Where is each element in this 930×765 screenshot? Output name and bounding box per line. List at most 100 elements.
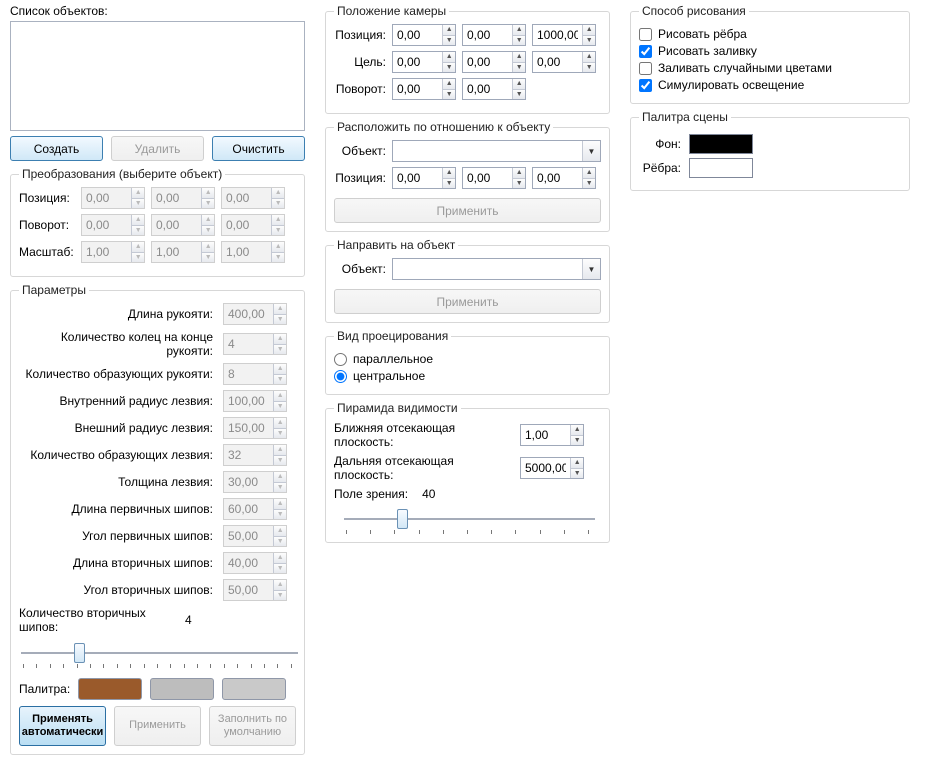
secondary-spike-length-spinner[interactable]: ▲▼ bbox=[223, 552, 287, 574]
fill-defaults-button[interactable]: Заполнить по умолчанию bbox=[209, 706, 296, 746]
background-color-label: Фон: bbox=[639, 137, 681, 151]
handle-length-label: Длина рукояти: bbox=[19, 307, 217, 321]
inner-radius-spinner[interactable]: ▲▼ bbox=[223, 390, 287, 412]
camera-target-x-spinner[interactable]: ▲▼ bbox=[392, 51, 456, 73]
palette-color-3[interactable] bbox=[222, 678, 286, 700]
relative-object-combo[interactable]: ▼ bbox=[392, 140, 601, 162]
rotation-x-spinner[interactable]: ▲▼ bbox=[81, 214, 145, 236]
far-plane-label: Дальняя отсекающая плоскость: bbox=[334, 454, 514, 482]
camera-panel: Положение камеры Позиция: ▲▼ ▲▼ ▲▼ Цель:… bbox=[315, 0, 620, 765]
scene-palette-legend: Палитра сцены bbox=[639, 110, 731, 124]
scale-z-spinner[interactable]: ▲▼ bbox=[221, 241, 285, 263]
primary-spike-angle-spinner[interactable]: ▲▼ bbox=[223, 525, 287, 547]
random-colors-label: Заливать случайными цветами bbox=[658, 61, 832, 75]
camera-pos-label: Позиция: bbox=[334, 28, 386, 42]
simulate-lighting-label: Симулировать освещение bbox=[658, 78, 804, 92]
lookat-apply-button[interactable]: Применить bbox=[334, 289, 601, 314]
auto-apply-button[interactable]: Применять автоматически bbox=[19, 706, 106, 746]
transforms-legend: Преобразования (выберите объект) bbox=[19, 167, 225, 181]
draw-edges-checkbox[interactable] bbox=[639, 28, 652, 41]
camera-target-y-spinner[interactable]: ▲▼ bbox=[462, 51, 526, 73]
inner-radius-label: Внутренний радиус лезвия: bbox=[19, 394, 217, 408]
scale-label: Масштаб: bbox=[19, 245, 75, 259]
palette-label: Палитра: bbox=[19, 682, 70, 696]
position-x-spinner[interactable]: ▲▼ bbox=[81, 187, 145, 209]
camera-pos-y-spinner[interactable]: ▲▼ bbox=[462, 24, 526, 46]
relative-pos-z-spinner[interactable]: ▲▼ bbox=[532, 167, 596, 189]
delete-button[interactable]: Удалить bbox=[111, 136, 204, 161]
near-plane-spinner[interactable]: ▲▼ bbox=[520, 424, 584, 446]
scale-x-spinner[interactable]: ▲▼ bbox=[81, 241, 145, 263]
lookat-object-combo[interactable]: ▼ bbox=[392, 258, 601, 280]
camera-pos-x-spinner[interactable]: ▲▼ bbox=[392, 24, 456, 46]
chevron-down-icon[interactable]: ▼ bbox=[582, 259, 600, 279]
blade-thickness-spinner[interactable]: ▲▼ bbox=[223, 471, 287, 493]
secondary-spike-length-label: Длина вторичных шипов: bbox=[19, 556, 217, 570]
position-label: Позиция: bbox=[19, 191, 75, 205]
handle-segments-spinner[interactable]: ▲▼ bbox=[223, 363, 287, 385]
primary-spike-length-label: Длина первичных шипов: bbox=[19, 502, 217, 516]
camera-target-z-spinner[interactable]: ▲▼ bbox=[532, 51, 596, 73]
camera-rotation-y-spinner[interactable]: ▲▼ bbox=[462, 78, 526, 100]
apply-params-button[interactable]: Применить bbox=[114, 706, 201, 746]
draw-mode-group: Способ рисования Рисовать рёбра Рисовать… bbox=[630, 4, 910, 104]
camera-rotation-x-spinner[interactable]: ▲▼ bbox=[392, 78, 456, 100]
far-plane-spinner[interactable]: ▲▼ bbox=[520, 457, 584, 479]
simulate-lighting-checkbox[interactable] bbox=[639, 79, 652, 92]
draw-edges-label: Рисовать рёбра bbox=[658, 27, 747, 41]
palette-color-2[interactable] bbox=[150, 678, 214, 700]
clear-button[interactable]: Очистить bbox=[212, 136, 305, 161]
primary-spike-angle-label: Угол первичных шипов: bbox=[19, 529, 217, 543]
relative-pos-x-spinner[interactable]: ▲▼ bbox=[392, 167, 456, 189]
scale-y-spinner[interactable]: ▲▼ bbox=[151, 241, 215, 263]
background-color-swatch[interactable] bbox=[689, 134, 753, 154]
random-colors-checkbox[interactable] bbox=[639, 62, 652, 75]
relative-object-label: Объект: bbox=[334, 144, 386, 158]
rings-count-spinner[interactable]: ▲▼ bbox=[223, 333, 287, 355]
secondary-spike-count-value: 4 bbox=[185, 613, 192, 627]
projection-parallel-label: параллельное bbox=[353, 352, 433, 366]
rings-count-label: Количество колец на конце рукояти: bbox=[19, 330, 217, 358]
projection-parallel-radio[interactable] bbox=[334, 353, 347, 366]
secondary-spike-count-label: Количество вторичных шипов: bbox=[19, 606, 179, 634]
handle-length-spinner[interactable]: ▲▼ bbox=[223, 303, 287, 325]
blade-segments-spinner[interactable]: ▲▼ bbox=[223, 444, 287, 466]
camera-position-legend: Положение камеры bbox=[334, 4, 449, 18]
relative-apply-button[interactable]: Применить bbox=[334, 198, 601, 223]
rotation-z-spinner[interactable]: ▲▼ bbox=[221, 214, 285, 236]
outer-radius-label: Внешний радиус лезвия: bbox=[19, 421, 217, 435]
fov-slider[interactable] bbox=[344, 507, 595, 531]
chevron-down-icon[interactable]: ▼ bbox=[582, 141, 600, 161]
camera-target-label: Цель: bbox=[334, 55, 386, 69]
parameters-group: Параметры Длина рукояти:▲▼ Количество ко… bbox=[10, 283, 305, 755]
secondary-spike-count-slider[interactable] bbox=[21, 641, 298, 665]
edge-color-swatch[interactable] bbox=[689, 158, 753, 178]
lookat-legend: Направить на объект bbox=[334, 238, 458, 252]
position-z-spinner[interactable]: ▲▼ bbox=[221, 187, 285, 209]
near-plane-label: Ближняя отсекающая плоскость: bbox=[334, 421, 514, 449]
position-y-spinner[interactable]: ▲▼ bbox=[151, 187, 215, 209]
create-button[interactable]: Создать bbox=[10, 136, 103, 161]
transforms-group: Преобразования (выберите объект) Позиция… bbox=[10, 167, 305, 277]
outer-radius-spinner[interactable]: ▲▼ bbox=[223, 417, 287, 439]
projection-group: Вид проецирования параллельное центральн… bbox=[325, 329, 610, 395]
primary-spike-length-spinner[interactable]: ▲▼ bbox=[223, 498, 287, 520]
edge-color-label: Рёбра: bbox=[639, 161, 681, 175]
rotation-y-spinner[interactable]: ▲▼ bbox=[151, 214, 215, 236]
fov-value: 40 bbox=[422, 487, 435, 501]
relative-position-legend: Расположить по отношению к объекту bbox=[334, 120, 553, 134]
objects-listbox[interactable] bbox=[10, 21, 305, 131]
draw-fill-checkbox[interactable] bbox=[639, 45, 652, 58]
projection-legend: Вид проецирования bbox=[334, 329, 451, 343]
secondary-spike-angle-spinner[interactable]: ▲▼ bbox=[223, 579, 287, 601]
camera-rotation-label: Поворот: bbox=[334, 82, 386, 96]
objects-list-label: Список объектов: bbox=[10, 4, 305, 18]
blade-thickness-label: Толщина лезвия: bbox=[19, 475, 217, 489]
relative-pos-y-spinner[interactable]: ▲▼ bbox=[462, 167, 526, 189]
secondary-spike-angle-label: Угол вторичных шипов: bbox=[19, 583, 217, 597]
camera-pos-z-spinner[interactable]: ▲▼ bbox=[532, 24, 596, 46]
rotation-label: Поворот: bbox=[19, 218, 75, 232]
projection-central-radio[interactable] bbox=[334, 370, 347, 383]
lookat-group: Направить на объект Объект: ▼ Применить bbox=[325, 238, 610, 323]
palette-color-1[interactable] bbox=[78, 678, 142, 700]
